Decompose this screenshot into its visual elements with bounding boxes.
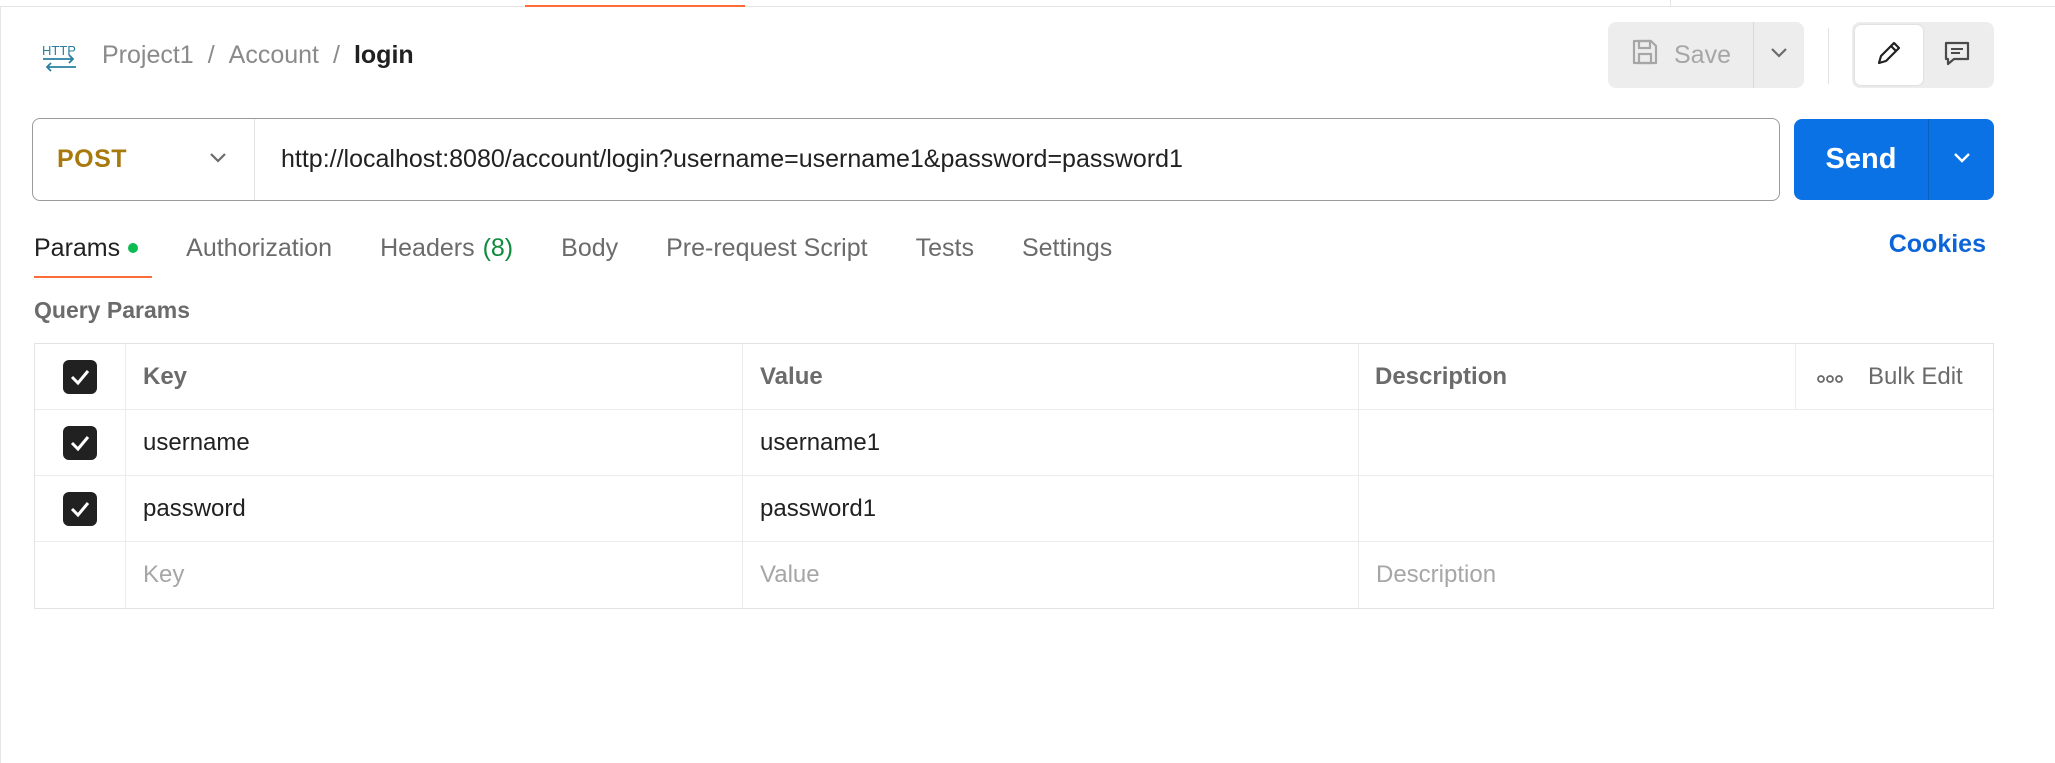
tab-params[interactable]: Params — [34, 228, 153, 278]
breadcrumb: Project1 / Account / login — [102, 41, 414, 70]
toolbar-divider — [1828, 28, 1829, 84]
method-label: POST — [57, 145, 128, 173]
param-key-input[interactable]: password — [126, 476, 743, 541]
comments-button[interactable] — [1923, 25, 1991, 85]
more-horizontal-icon[interactable] — [1816, 363, 1844, 391]
save-button[interactable]: Save — [1608, 22, 1754, 88]
left-divider — [0, 7, 1, 763]
send-button[interactable]: Send — [1794, 119, 1929, 200]
send-options-button[interactable] — [1929, 119, 1994, 200]
bulk-edit-button[interactable]: Bulk Edit — [1868, 363, 1963, 391]
edit-view-button[interactable] — [1855, 25, 1923, 85]
comment-icon — [1942, 38, 1972, 73]
send-button-group: Send — [1794, 119, 1994, 200]
select-all-checkbox[interactable] — [63, 359, 97, 394]
headers-count: (8) — [482, 233, 514, 262]
table-row: password password1 — [35, 476, 1993, 542]
param-description-input[interactable] — [1359, 410, 1993, 475]
breadcrumb-project[interactable]: Project1 — [102, 41, 194, 70]
query-params-table: Key Value Description Bulk Edit username… — [34, 343, 1994, 609]
query-params-title: Query Params — [34, 297, 190, 323]
tab-label: Tests — [915, 233, 974, 262]
request-header: HTTP Project1 / Account / login — [38, 22, 414, 88]
http-icon: HTTP — [38, 33, 82, 77]
request-tabs: Params Authorization Headers (8) Body Pr… — [34, 228, 1160, 280]
pencil-icon — [1874, 38, 1904, 73]
tab-label: Authorization — [186, 233, 333, 262]
param-value-input[interactable]: password1 — [743, 476, 1359, 541]
row-check-cell — [35, 542, 126, 608]
request-name[interactable]: login — [354, 41, 414, 70]
tab-label: Body — [561, 233, 619, 262]
tab-authorization[interactable]: Authorization — [186, 228, 332, 268]
breadcrumb-folder[interactable]: Account — [229, 41, 319, 70]
description-header-cell: Description Bulk Edit — [1359, 344, 1993, 409]
tab-settings[interactable]: Settings — [1022, 228, 1112, 268]
tab-label: Pre-request Script — [666, 233, 868, 262]
url-bar: POST http://localhost:8080/account/login… — [32, 118, 1780, 201]
param-checkbox[interactable] — [63, 425, 97, 460]
table-actions: Bulk Edit — [1796, 363, 1993, 391]
select-all-cell — [35, 344, 126, 409]
param-key-input[interactable]: username — [126, 410, 743, 475]
active-tab-indicator — [525, 5, 745, 7]
tab-label: Params — [34, 233, 121, 262]
column-header-value: Value — [743, 344, 1359, 409]
view-toggle — [1852, 22, 1994, 88]
tab-headers[interactable]: Headers (8) — [380, 228, 513, 268]
row-check-cell — [35, 476, 126, 541]
new-value-input[interactable]: Value — [743, 542, 1359, 608]
param-value-input[interactable]: username1 — [743, 410, 1359, 475]
save-options-button[interactable] — [1754, 22, 1804, 88]
params-active-dot — [128, 243, 139, 253]
tab-label: Headers — [380, 233, 475, 262]
table-header-row: Key Value Description Bulk Edit — [35, 344, 1993, 410]
tab-body[interactable]: Body — [561, 228, 618, 268]
tab-pre-request-script[interactable]: Pre-request Script — [666, 228, 867, 268]
url-input[interactable]: http://localhost:8080/account/login?user… — [255, 145, 1183, 174]
save-button-group: Save — [1608, 22, 1804, 88]
param-checkbox[interactable] — [63, 491, 97, 526]
chevron-down-icon — [1952, 151, 1972, 169]
top-tab-strip — [0, 0, 2055, 7]
save-label: Save — [1674, 40, 1731, 69]
save-icon — [1630, 37, 1660, 74]
tab-tests[interactable]: Tests — [916, 228, 974, 268]
chevron-down-icon — [1769, 46, 1789, 64]
column-header-key: Key — [126, 344, 743, 409]
table-row: username username1 — [35, 410, 1993, 476]
param-description-input[interactable] — [1359, 476, 1993, 541]
new-key-input[interactable]: Key — [126, 542, 743, 608]
chevron-down-icon — [208, 151, 228, 169]
tab-divider — [1670, 0, 1671, 7]
method-select[interactable]: POST — [33, 119, 255, 200]
row-check-cell — [35, 410, 126, 475]
breadcrumb-separator: / — [333, 40, 340, 69]
tab-label: Settings — [1021, 233, 1113, 262]
table-row-new: Key Value Description — [35, 542, 1993, 608]
cookies-link[interactable]: Cookies — [1889, 230, 1986, 259]
column-header-description: Description — [1359, 344, 1796, 409]
breadcrumb-separator: / — [207, 40, 215, 69]
new-description-input[interactable]: Description — [1359, 542, 1993, 608]
